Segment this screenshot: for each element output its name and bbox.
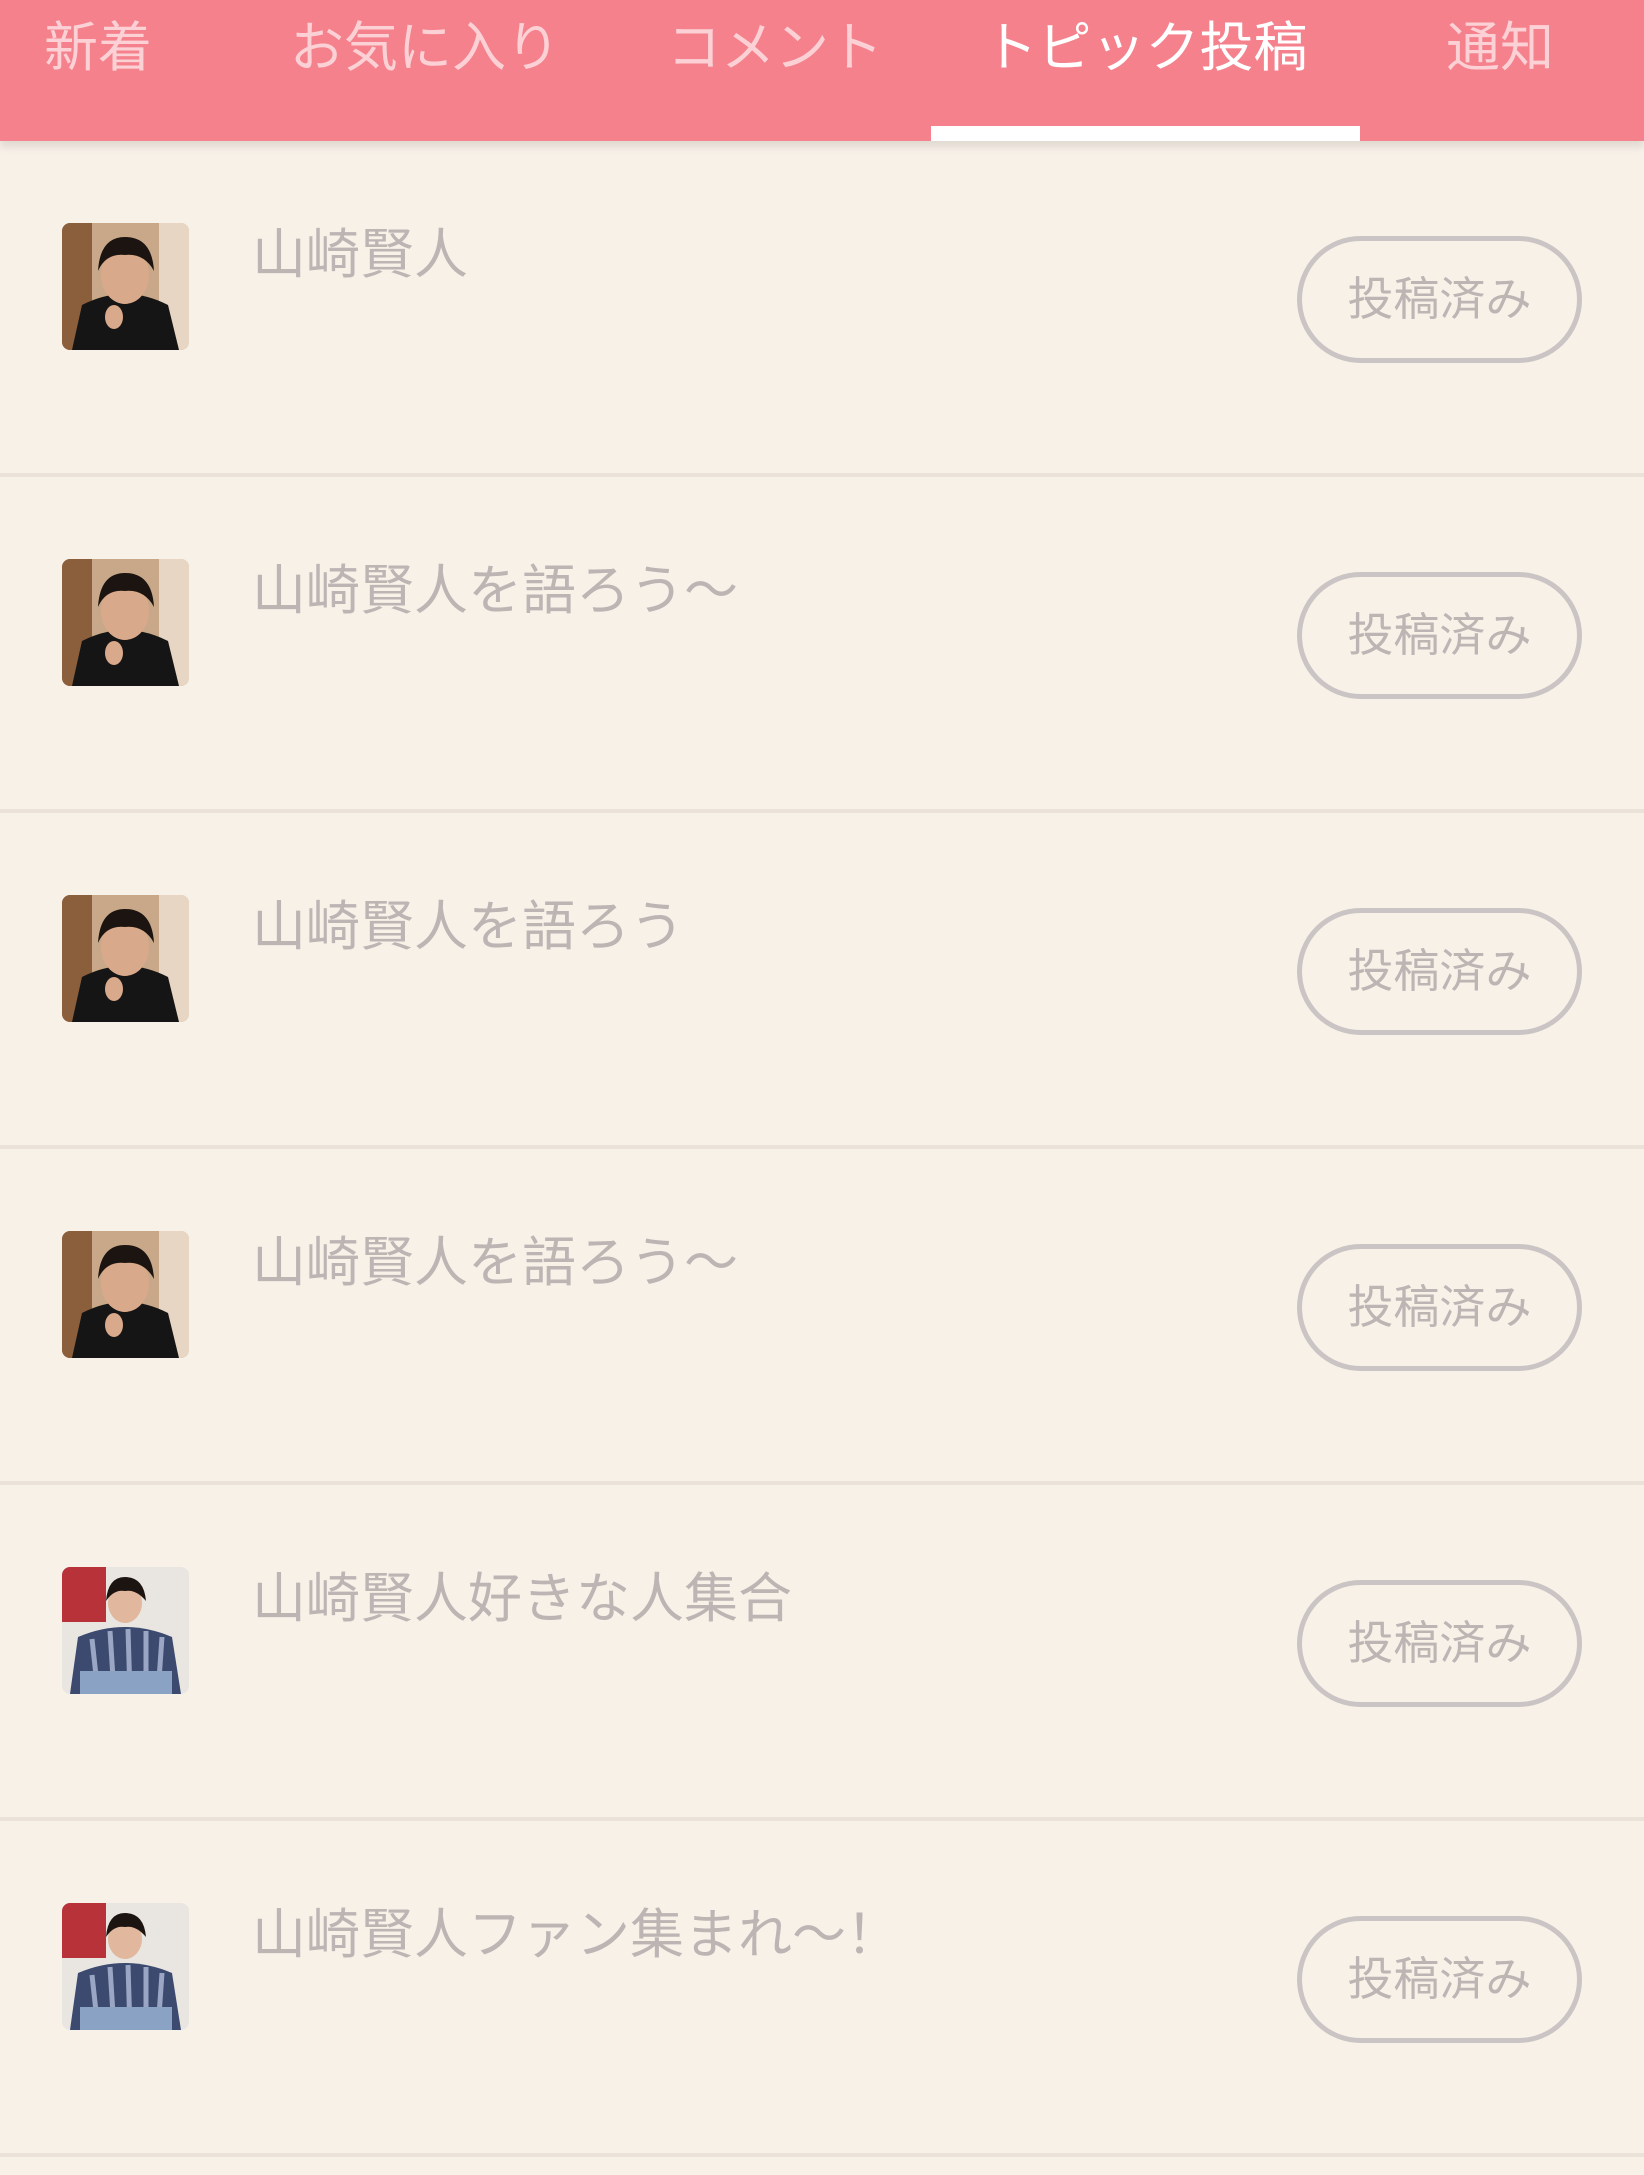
avatar: [62, 895, 189, 1022]
tab-bar: 新着 お気に入り コメント トピック投稿 通知: [0, 0, 1644, 141]
posted-status-button[interactable]: 投稿済み: [1297, 572, 1582, 699]
topic-title: 山崎賢人を語ろう: [252, 895, 684, 958]
app-screen: 新着 お気に入り コメント トピック投稿 通知 山崎賢人 投稿済み 山崎賢人を語…: [0, 0, 1644, 2175]
topic-row[interactable]: 山崎賢人を語ろう〜 投稿済み: [0, 1149, 1644, 1485]
tab-comments[interactable]: コメント: [640, 0, 910, 141]
posted-status-button[interactable]: 投稿済み: [1297, 1244, 1582, 1371]
topic-title: 山崎賢人: [252, 223, 468, 286]
active-tab-indicator: [931, 126, 1360, 141]
tab-notifications[interactable]: 通知: [1400, 0, 1600, 141]
topic-list: 山崎賢人 投稿済み 山崎賢人を語ろう〜 投稿済み 山崎賢人を語ろう 投稿済み 山…: [0, 141, 1644, 2157]
avatar: [62, 559, 189, 686]
topic-row[interactable]: 山崎賢人を語ろう〜 投稿済み: [0, 477, 1644, 813]
posted-status-button[interactable]: 投稿済み: [1297, 236, 1582, 363]
topic-row[interactable]: 山崎賢人ファン集まれ〜！ 投稿済み: [0, 1821, 1644, 2157]
topic-row[interactable]: 山崎賢人を語ろう 投稿済み: [0, 813, 1644, 1149]
tab-new[interactable]: 新着: [0, 0, 196, 141]
topic-row[interactable]: 山崎賢人好きな人集合 投稿済み: [0, 1485, 1644, 1821]
posted-status-button[interactable]: 投稿済み: [1297, 908, 1582, 1035]
avatar: [62, 1903, 189, 2030]
topic-title: 山崎賢人を語ろう〜: [252, 1231, 738, 1294]
posted-status-button[interactable]: 投稿済み: [1297, 1916, 1582, 2043]
posted-status-button[interactable]: 投稿済み: [1297, 1580, 1582, 1707]
tab-favorites[interactable]: お気に入り: [260, 0, 590, 141]
topic-title: 山崎賢人好きな人集合: [252, 1567, 792, 1630]
topic-title: 山崎賢人を語ろう〜: [252, 559, 738, 622]
avatar: [62, 1567, 189, 1694]
topic-title: 山崎賢人ファン集まれ〜！: [252, 1903, 900, 1966]
avatar: [62, 223, 189, 350]
avatar: [62, 1231, 189, 1358]
tab-topic-posts[interactable]: トピック投稿: [931, 0, 1360, 141]
topic-row[interactable]: 山崎賢人 投稿済み: [0, 141, 1644, 477]
